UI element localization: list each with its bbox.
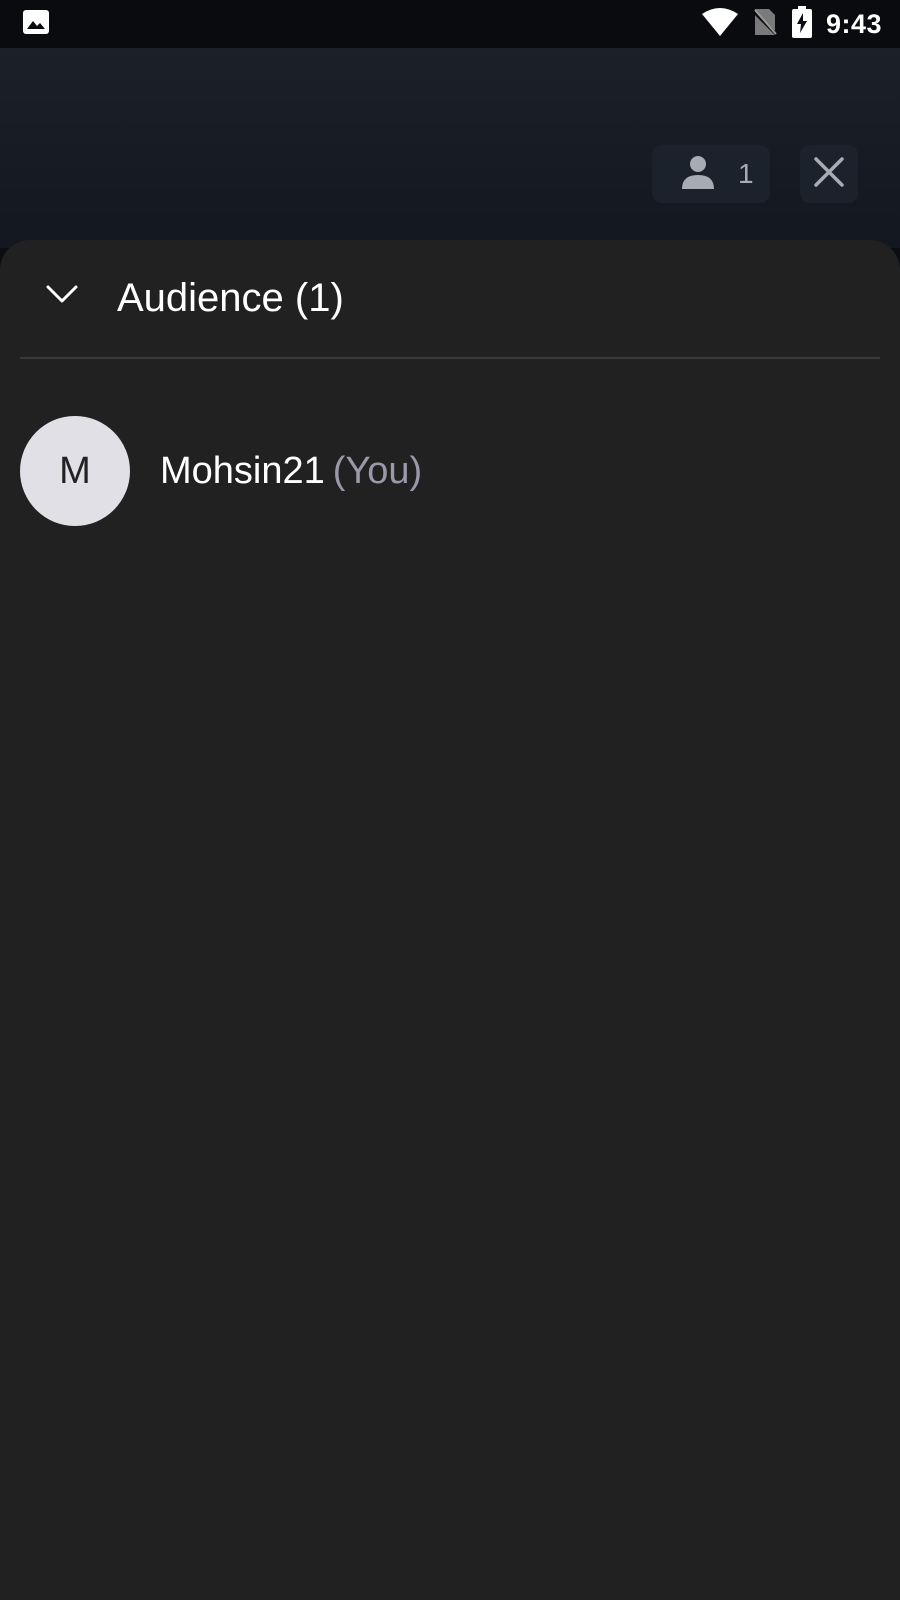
audience-sheet: Audience (1) M Mohsin21 (You): [0, 240, 900, 1600]
participant-you-tag: (You): [332, 449, 423, 492]
divider: [20, 357, 880, 359]
participant-name: Mohsin21: [160, 449, 325, 492]
no-sim-icon: [751, 7, 779, 42]
image-notification-icon: [22, 9, 50, 40]
sheet-header: Audience (1): [0, 240, 900, 358]
status-bar: 9:43: [0, 0, 900, 48]
viewer-count: 1: [738, 158, 754, 189]
collapse-button[interactable]: [36, 270, 88, 322]
avatar: M: [20, 416, 130, 526]
battery-charging-icon: [791, 5, 812, 43]
chevron-down-icon: [46, 284, 78, 309]
status-time: 9:43: [825, 8, 882, 39]
viewer-count-button[interactable]: 1: [652, 145, 770, 203]
person-icon: [680, 155, 716, 194]
close-icon: [814, 156, 844, 192]
stream-header: 1: [0, 48, 900, 248]
close-button[interactable]: [800, 145, 858, 203]
sheet-title: Audience (1): [117, 276, 344, 320]
wifi-icon: [701, 7, 738, 41]
participant-row[interactable]: M Mohsin21 (You): [20, 416, 880, 526]
